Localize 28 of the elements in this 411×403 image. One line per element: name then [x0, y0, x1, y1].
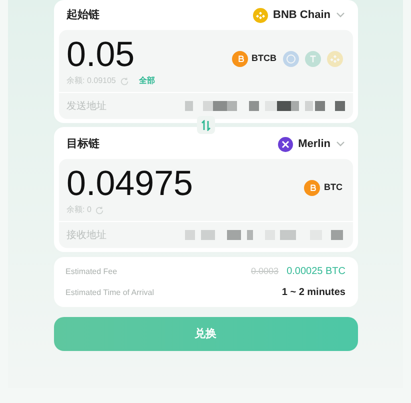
- chevron-down-icon: [336, 12, 344, 18]
- refresh-icon[interactable]: [95, 206, 104, 214]
- address-label: 发送地址: [66, 100, 106, 114]
- amount-value: 0.04975: [66, 165, 194, 203]
- section-label: 目标链: [66, 136, 100, 152]
- fee-label: Estimated Fee: [66, 266, 118, 278]
- arrival-value: 1 ~ 2 minutes: [282, 286, 346, 300]
- section-label: 起始链: [66, 8, 100, 23]
- token-option[interactable]: BTCB: [232, 51, 276, 67]
- chain-selector[interactable]: BNB Chain: [253, 6, 344, 24]
- old-fee-value: 0.0003: [251, 264, 279, 278]
- swap-button[interactable]: [196, 116, 214, 134]
- chevron-down-icon: [336, 141, 344, 147]
- diamond-coin-icon[interactable]: [326, 51, 342, 67]
- cross-coin-icon: [278, 136, 294, 152]
- arrival-label: Estimated Time of Arrival: [66, 286, 154, 298]
- bitcoin-coin-icon: [304, 180, 320, 196]
- refresh-icon[interactable]: [120, 76, 129, 86]
- swap-arrows-icon: [200, 120, 210, 130]
- token-option[interactable]: BTC: [304, 180, 342, 196]
- amount-value: 0.05: [66, 36, 136, 74]
- fee-value: 0.00025 BTC: [286, 265, 346, 279]
- address-label: 接收地址: [66, 228, 106, 242]
- ring-coin-icon[interactable]: [282, 51, 298, 67]
- chain-selector[interactable]: Merlin: [278, 136, 344, 152]
- tether-coin-icon[interactable]: [304, 51, 320, 67]
- diamond-coin-icon: [253, 8, 268, 22]
- bitcoin-coin-icon: [232, 51, 248, 67]
